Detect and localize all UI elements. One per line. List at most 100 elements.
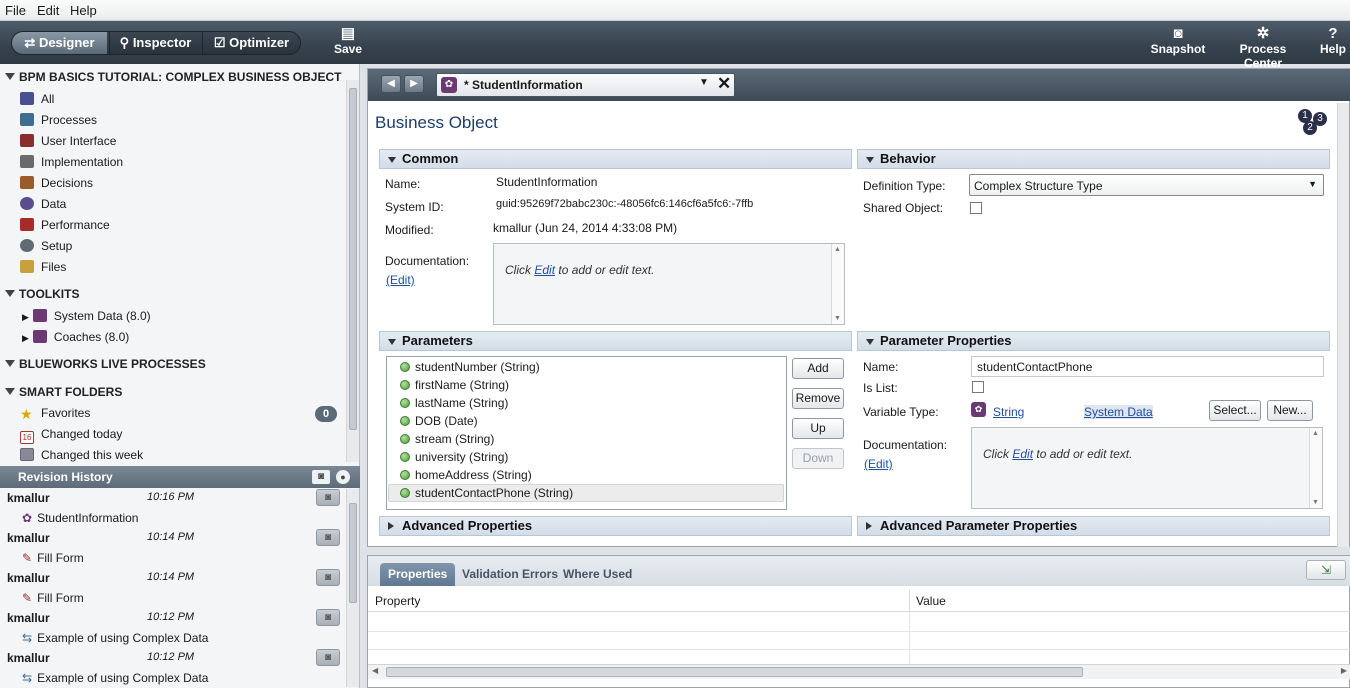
up-button[interactable]: Up [792,418,844,439]
down-button[interactable]: Down [792,448,844,469]
close-icon[interactable]: ✕ [717,74,731,94]
library-item-files[interactable]: Files [20,258,66,276]
revision-item[interactable]: ⇆ Example of using Complex Data [22,631,208,645]
back-button[interactable]: ◀ [381,75,401,93]
library-scrollbar[interactable] [346,80,359,462]
revision-item[interactable]: ✿ StudentInformation [22,511,138,525]
modified-label: Modified: [385,223,434,237]
library-scrollbar-thumb[interactable] [349,88,357,430]
smart-folder-changed-today[interactable]: 16 Changed today [20,425,122,444]
smart-folders-header[interactable]: SMART FOLDERS [5,385,122,399]
parameters-list[interactable]: studentNumber (String) firstName (String… [386,356,787,510]
revision-item[interactable]: ✎ Fill Form [22,551,84,565]
project-header[interactable]: BPM BASICS TUTORIAL: COMPLEX BUSINESS OB… [5,70,341,84]
toolkit-coaches[interactable]: ▶ Coaches (8.0) [22,328,129,346]
parameter-properties-header[interactable]: Parameter Properties [857,331,1330,351]
snapshot-icon[interactable]: ◙ [312,470,330,484]
maximize-panel-icon[interactable]: ⇲ [1306,560,1346,580]
behavior-section-header[interactable]: Behavior [857,149,1330,169]
documentation-box[interactable]: Click Edit to add or edit text. ▲ ▼ [493,243,845,325]
param-documentation-edit-link[interactable]: (Edit) [864,457,893,471]
list-item[interactable]: studentNumber (String) [400,358,540,376]
common-section-header[interactable]: Common [379,149,852,169]
designer-label: Designer [38,35,95,50]
tab-dropdown-icon[interactable]: ▼ [699,77,709,88]
shared-object-checkbox[interactable] [970,202,982,214]
param-documentation-box[interactable]: Click Edit to add or edit text. ▲ ▼ [971,427,1323,509]
inspector-tab[interactable]: ⚲ Inspector [109,32,201,54]
menu-help[interactable]: Help [70,3,97,18]
advanced-properties-header[interactable]: Advanced Properties [379,516,852,536]
menu-file[interactable]: File [5,3,26,18]
variable-type-link[interactable]: String [993,405,1024,419]
process-center-button[interactable]: ✲ Process Center [1222,25,1304,70]
editor-tab[interactable]: ✿ * StudentInformation ▼ ✕ [436,73,735,97]
list-item-selected[interactable]: studentContactPhone (String) [400,484,573,502]
param-name-value: studentContactPhone [977,360,1093,374]
param-name-field[interactable]: studentContactPhone [971,356,1324,377]
forward-button[interactable]: ▶ [404,75,424,93]
variable-source-link[interactable]: System Data [1084,405,1153,419]
revision-snapshot-button[interactable]: ◙ [316,529,340,546]
select-button[interactable]: Select... [1209,400,1261,421]
collapse-icon [5,73,15,80]
revision-snapshot-button[interactable]: ◙ [316,569,340,586]
menu-edit[interactable]: Edit [37,3,59,18]
smart-folder-changed-week[interactable]: Changed this week [20,446,143,464]
horizontal-scrollbar-thumb[interactable] [386,667,1083,677]
project-title: BPM BASICS TUTORIAL: COMPLEX BUSINESS OB… [19,70,342,84]
snapshot-button[interactable]: ◙ Snapshot [1150,25,1206,56]
tab-where-used[interactable]: Where Used [563,563,632,586]
list-item[interactable]: homeAddress (String) [400,466,532,484]
save-button[interactable]: ▤ Save [334,25,362,56]
library-item-decisions[interactable]: Decisions [20,174,93,192]
doc-edit-link[interactable]: Edit [534,263,555,277]
library-item-all[interactable]: All [20,90,54,108]
definition-type-select[interactable]: Complex Structure Type ▼ [969,174,1324,196]
revision-snapshot-button[interactable]: ◙ [316,489,340,506]
library-item-user-interface[interactable]: User Interface [20,132,116,150]
tab-validation-errors[interactable]: Validation Errors [462,563,558,586]
library-item-implementation[interactable]: Implementation [20,153,123,171]
revision-scrollbar-thumb[interactable] [349,503,357,603]
revision-item[interactable]: ⇆ Example of using Complex Data [22,671,208,685]
designer-tab[interactable]: ⇄ Designer [12,32,107,54]
remove-button[interactable]: Remove [792,388,844,409]
list-item[interactable]: firstName (String) [400,376,509,394]
horizontal-scrollbar[interactable]: ◀ ▶ [368,664,1350,679]
revision-snapshot-button[interactable]: ◙ [316,649,340,666]
list-item[interactable]: DOB (Date) [400,412,478,430]
list-item[interactable]: stream (String) [400,430,494,448]
editor-scrollbar[interactable] [1337,103,1349,547]
optimizer-tab[interactable]: ☑ Optimizer [202,32,300,54]
parameters-section-header[interactable]: Parameters [379,331,852,351]
numbering-icon[interactable]: 1 2 3 [1298,109,1332,137]
param-documentation-scrollbar[interactable]: ▲ ▼ [1309,428,1322,508]
settings-icon[interactable]: ● [336,470,350,484]
revision-scrollbar[interactable] [346,489,359,687]
blueworks-header[interactable]: BLUEWORKS LIVE PROCESSES [5,357,206,371]
new-button[interactable]: New... [1267,400,1313,421]
revision-time: 10:14 PM [147,571,195,583]
toolkit-system-data[interactable]: ▶ System Data (8.0) [22,307,151,325]
library-item-data[interactable]: Data [20,195,66,213]
save-icon: ▤ [340,25,356,42]
documentation-edit-link[interactable]: (Edit) [386,273,415,287]
revision-snapshot-button[interactable]: ◙ [316,609,340,626]
advanced-parameter-properties-header[interactable]: Advanced Parameter Properties [857,516,1330,536]
revision-item[interactable]: ✎ Fill Form [22,591,84,605]
library-item-processes[interactable]: Processes [20,111,97,129]
is-list-checkbox[interactable] [972,381,984,393]
help-button[interactable]: ? Help [1318,25,1348,56]
library-item-performance[interactable]: Performance [20,216,110,234]
toolkits-header[interactable]: TOOLKITS [5,287,79,301]
tab-properties[interactable]: Properties [380,563,456,586]
documentation-scrollbar[interactable]: ▲ ▼ [831,244,844,324]
list-item[interactable]: lastName (String) [400,394,508,412]
doc-edit-link[interactable]: Edit [1012,447,1033,461]
add-button[interactable]: Add [792,358,844,379]
library-item-setup[interactable]: Setup [20,237,72,255]
name-value[interactable]: StudentInformation [496,175,597,189]
smart-folder-favorites[interactable]: ★ Favorites [20,404,90,422]
list-item[interactable]: university (String) [400,448,508,466]
